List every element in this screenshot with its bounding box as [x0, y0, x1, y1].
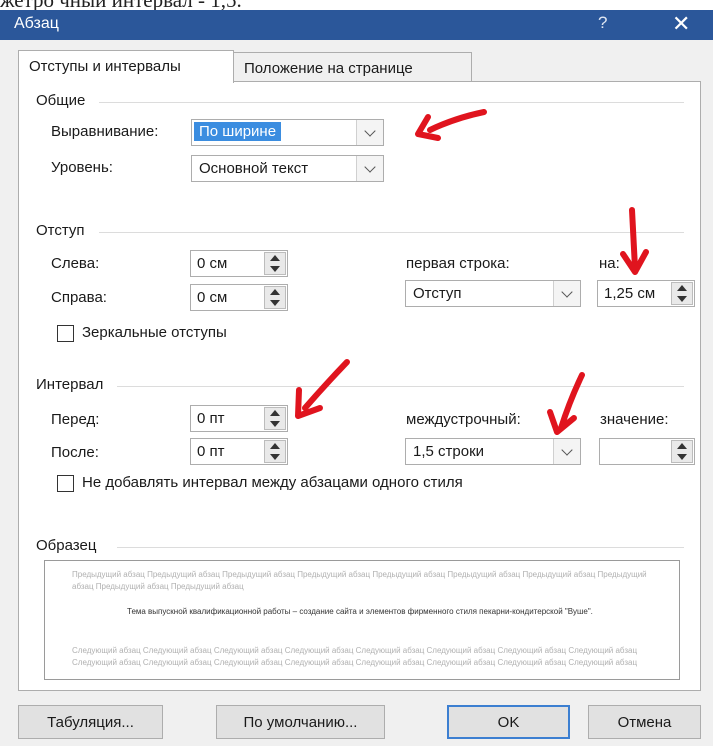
spinner-buttons[interactable]: [264, 440, 286, 463]
after-value: 0 пт: [197, 443, 225, 460]
spinner-buttons[interactable]: [264, 286, 286, 309]
spin-down-icon[interactable]: [677, 454, 687, 460]
after-spinner[interactable]: 0 пт: [190, 438, 288, 465]
before-spinner[interactable]: 0 пт: [190, 405, 288, 432]
group-title-general: Общие: [36, 92, 86, 109]
line-spacing-value: 1,5 строки: [413, 443, 485, 460]
level-value: Основной текст: [199, 160, 309, 177]
first-line-select[interactable]: Отступ: [405, 280, 581, 307]
group-title-spacing: Интервал: [36, 376, 104, 393]
group-title-preview: Образец: [36, 537, 97, 554]
alignment-label: Выравнивание:: [51, 123, 159, 140]
line-spacing-label: междустрочный:: [406, 411, 521, 428]
after-label: После:: [51, 444, 99, 461]
tab-line-page-breaks[interactable]: Положение на странице: [234, 52, 472, 82]
level-select[interactable]: Основной текст: [191, 155, 384, 182]
spinner-buttons[interactable]: [671, 440, 693, 463]
spinner-buttons[interactable]: [264, 252, 286, 275]
tab-indents-spacing[interactable]: Отступы и интервалы: [18, 50, 234, 83]
preview-next-paragraph: Следующий абзац Следующий абзац Следующи…: [72, 646, 638, 667]
spin-down-icon[interactable]: [270, 454, 280, 460]
paragraph-dialog: Отступы и интервалы Положение на страниц…: [0, 40, 713, 746]
mirror-indents-checkbox[interactable]: [57, 325, 74, 342]
spin-down-icon[interactable]: [677, 296, 687, 302]
first-line-label: первая строка:: [406, 255, 510, 272]
at-spinner[interactable]: [599, 438, 695, 465]
first-line-value: Отступ: [413, 285, 462, 302]
close-button[interactable]: ✕: [672, 11, 690, 37]
tabs-button[interactable]: Табуляция...: [18, 705, 163, 739]
spin-up-icon[interactable]: [270, 410, 280, 416]
left-indent-label: Слева:: [51, 255, 100, 272]
spin-up-icon[interactable]: [270, 289, 280, 295]
level-label: Уровень:: [51, 159, 113, 176]
group-divider: [99, 102, 684, 103]
window-title: Абзац: [14, 15, 59, 32]
document-text-fragment: жетро чный интервал - 1,5.: [0, 0, 242, 10]
chevron-down-icon[interactable]: [356, 120, 383, 145]
right-indent-label: Справа:: [51, 289, 107, 306]
by-value: 1,25 см: [604, 285, 656, 302]
right-indent-value: 0 см: [197, 289, 228, 306]
left-indent-spinner[interactable]: 0 см: [190, 250, 288, 277]
line-spacing-select[interactable]: 1,5 строки: [405, 438, 581, 465]
set-default-button[interactable]: По умолчанию...: [216, 705, 385, 739]
spin-up-icon[interactable]: [677, 285, 687, 291]
alignment-value: По ширине: [194, 122, 282, 141]
ok-button[interactable]: OK: [447, 705, 570, 739]
group-title-indent: Отступ: [36, 222, 85, 239]
group-divider: [117, 386, 684, 387]
spin-down-icon[interactable]: [270, 300, 280, 306]
cancel-button[interactable]: Отмена: [588, 705, 701, 739]
right-indent-spinner[interactable]: 0 см: [190, 284, 288, 311]
group-divider: [99, 232, 684, 233]
at-label: значение:: [600, 411, 669, 428]
by-spinner[interactable]: 1,25 см: [597, 280, 695, 307]
spin-down-icon[interactable]: [270, 421, 280, 427]
spin-up-icon[interactable]: [270, 443, 280, 449]
spin-down-icon[interactable]: [270, 266, 280, 272]
preview-sample-paragraph: Тема выпускной квалификационной работы –…: [127, 607, 593, 616]
before-value: 0 пт: [197, 410, 225, 427]
chevron-down-icon[interactable]: [553, 281, 580, 306]
preview-box: Предыдущий абзац Предыдущий абзац Предыд…: [44, 560, 680, 680]
group-divider: [117, 547, 684, 548]
by-label: на:: [599, 255, 620, 272]
help-button[interactable]: ?: [598, 13, 607, 33]
left-indent-value: 0 см: [197, 255, 228, 272]
title-bar: Абзац ? ✕: [0, 10, 713, 40]
spin-up-icon[interactable]: [677, 443, 687, 449]
dont-add-space-label: Не добавлять интервал между абзацами одн…: [82, 474, 463, 491]
spinner-buttons[interactable]: [264, 407, 286, 430]
background-document-text: жетро чный интервал - 1,5.: [0, 0, 713, 10]
spinner-buttons[interactable]: [671, 282, 693, 305]
preview-previous-paragraph: Предыдущий абзац Предыдущий абзац Предыд…: [72, 570, 647, 591]
before-label: Перед:: [51, 411, 100, 428]
mirror-indents-label: Зеркальные отступы: [82, 324, 227, 341]
dont-add-space-checkbox[interactable]: [57, 475, 74, 492]
alignment-select[interactable]: По ширине: [191, 119, 384, 146]
spin-up-icon[interactable]: [270, 255, 280, 261]
chevron-down-icon[interactable]: [553, 439, 580, 464]
chevron-down-icon[interactable]: [356, 156, 383, 181]
